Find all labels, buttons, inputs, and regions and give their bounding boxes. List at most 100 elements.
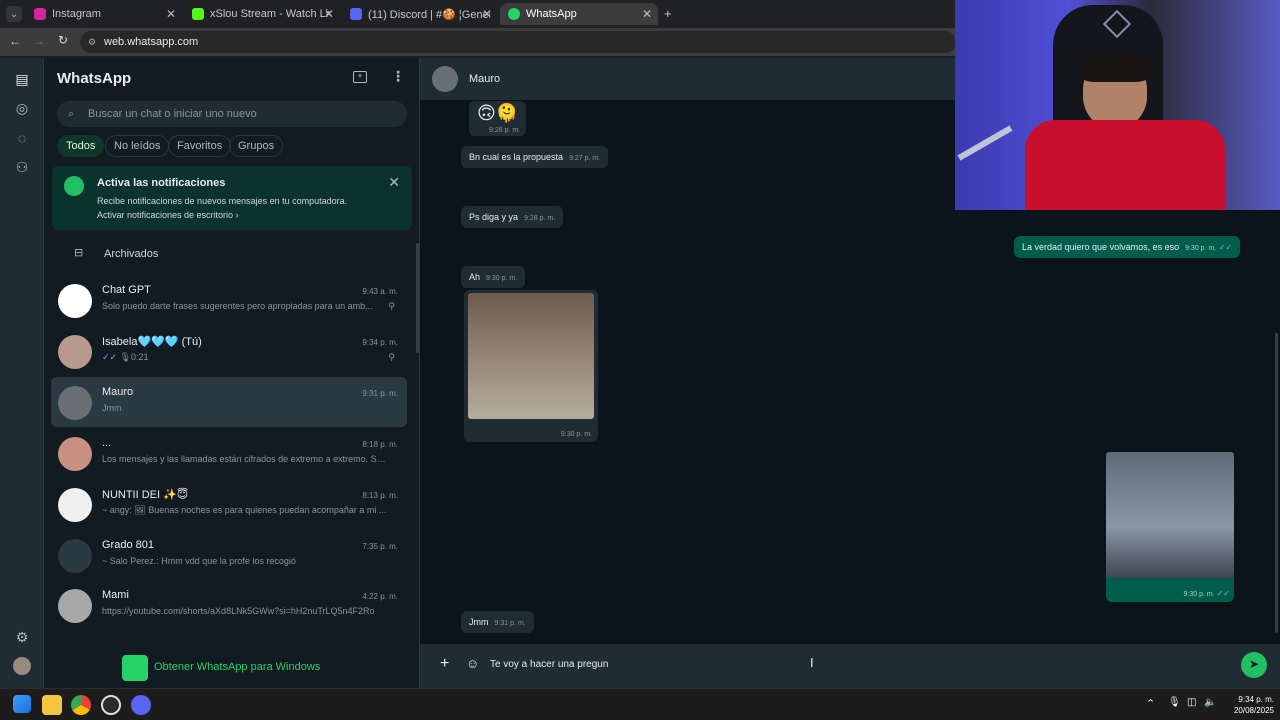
avatar <box>58 386 92 420</box>
send-button[interactable]: ➤ <box>1241 652 1267 678</box>
discord-icon <box>350 8 362 20</box>
status-icon[interactable]: ◎ <box>12 98 32 118</box>
text-cursor-icon: I <box>810 655 814 670</box>
message-text: Bn cual es la propuesta <box>469 152 564 162</box>
chat-time: 4:22 p. m. <box>362 592 398 601</box>
close-icon[interactable]: ✕ <box>324 7 334 21</box>
avatar <box>58 589 92 623</box>
photo-message[interactable]: 9:30 p. m. <box>464 290 598 442</box>
chat-preview: Jmm <box>102 403 122 413</box>
message-text: Jmm <box>469 617 489 627</box>
get-windows-label: Obtener WhatsApp para Windows <box>154 661 321 673</box>
system-clock[interactable]: 9:34 p. m. 20/08/2025 <box>1224 694 1274 716</box>
tab-whatsapp[interactable]: WhatsApp ✕ <box>500 3 658 25</box>
message-input[interactable]: Te voy a hacer una pregun <box>490 659 608 670</box>
photo-thumbnail[interactable] <box>468 293 594 419</box>
chat-item-isabela[interactable]: Isabela🩵🩵🩵 (Tú) 9:34 p. m. ✓✓ 🎙0:21 ⚲ <box>51 326 407 376</box>
message-bubble-incoming[interactable]: Jmm 9:31 p. m. <box>461 611 534 633</box>
attach-icon[interactable]: + <box>440 655 449 673</box>
instagram-icon <box>34 8 46 20</box>
site-info-icon[interactable]: ⚙ <box>88 31 96 53</box>
chat-item-chatgpt[interactable]: Chat GPT 9:43 a. m. Solo puedo darte fra… <box>51 275 407 325</box>
clock-time: 9:34 p. m. <box>1238 695 1274 704</box>
message-text: La verdad quiero que volvamos, es eso <box>1022 242 1180 252</box>
filter-no-leidos[interactable]: No leídos <box>105 135 170 157</box>
scrollbar[interactable] <box>1275 333 1278 633</box>
message-time: 9:30 p. m. <box>486 275 518 282</box>
tab-label: xSlou Stream - Watch Live on K <box>210 8 330 20</box>
discord-icon[interactable] <box>131 695 151 715</box>
kick-icon <box>192 8 204 20</box>
filter-grupos[interactable]: Grupos <box>229 135 284 157</box>
message-text: Ps diga y ya <box>469 212 519 222</box>
avatar <box>58 335 92 369</box>
get-windows-app-link[interactable]: Obtener WhatsApp para Windows <box>122 655 362 681</box>
tab-search-button[interactable]: ⌄ <box>6 6 22 22</box>
settings-icon[interactable]: ⚙ <box>12 627 32 647</box>
chat-item-grado-801[interactable]: Grado 801 7:35 p. m. ~ Salo Perez.: Hmm … <box>51 530 407 580</box>
chat-name: Chat GPT <box>102 284 151 296</box>
message-time: 9:31 p. m. <box>494 620 526 627</box>
chat-item-dots[interactable]: ... 8:18 p. m. Los mensajes y las llamad… <box>51 428 407 478</box>
obs-icon[interactable] <box>101 695 121 715</box>
message-bubble-incoming[interactable]: Bn cual es la propuesta 9:27 p. m. <box>461 146 609 168</box>
reload-icon[interactable]: ↻ <box>58 33 68 47</box>
navigation-rail: ▤ ◎ ◌ ⚇ ⚙ <box>0 58 44 688</box>
chat-preview: Los mensajes y las llamadas están cifrad… <box>102 454 387 464</box>
url-text: web.whatsapp.com <box>104 36 199 48</box>
enable-notifications-text: Activar notificaciones de escritorio <box>97 210 234 220</box>
filter-favoritos[interactable]: Favoritos <box>168 135 232 157</box>
close-icon[interactable]: ✕ <box>166 7 176 21</box>
notification-title: Activa las notificaciones <box>97 177 226 189</box>
message-text: Ah <box>469 272 481 282</box>
streamer-hair <box>1081 52 1149 82</box>
tab-kick[interactable]: xSlou Stream - Watch Live on K ✕ <box>184 3 340 25</box>
avatar <box>58 488 92 522</box>
close-icon[interactable]: ✕ <box>642 7 652 21</box>
chat-time: 9:34 p. m. <box>362 338 398 347</box>
message-bubble-outgoing[interactable]: La verdad quiero que volvamos, es eso 9:3… <box>1014 236 1241 258</box>
sticker-icon[interactable]: ☺ <box>466 656 479 671</box>
chrome-icon[interactable] <box>71 695 91 715</box>
filter-todos[interactable]: Todos <box>57 135 105 157</box>
new-tab-button[interactable]: + <box>664 6 672 21</box>
show-hidden-icons-icon[interactable]: ⌃ <box>1146 697 1155 710</box>
close-icon[interactable]: ✕ <box>388 174 400 191</box>
chat-item-nuntii-dei[interactable]: NUNTII DEI ✨😇 8:13 p. m. ~ angy: 🖼 Buena… <box>51 479 407 529</box>
chat-item-mami[interactable]: Mami 4:22 p. m. https://youtube.com/shor… <box>51 580 407 630</box>
chats-icon[interactable]: ▤ <box>12 69 32 89</box>
chat-preview: https://youtube.com/shorts/aXd8LNk5GWw?s… <box>102 606 375 616</box>
chat-name: Grado 801 <box>102 539 154 551</box>
search-placeholder: Buscar un chat o iniciar uno nuevo <box>88 108 257 120</box>
mic-icon: 🎙 <box>119 352 132 362</box>
profile-avatar[interactable] <box>13 657 31 675</box>
channels-icon[interactable]: ◌ <box>12 128 32 148</box>
chat-item-mauro[interactable]: Mauro 9:31 p. m. Jmm <box>51 377 407 427</box>
message-bubble-incoming[interactable]: Ps diga y ya 9:28 p. m. <box>461 206 564 228</box>
chat-name: Mauro <box>102 386 134 398</box>
new-chat-icon[interactable]: + <box>353 71 367 83</box>
volume-icon[interactable]: 🔈 <box>1204 697 1216 708</box>
file-explorer-icon[interactable] <box>42 695 62 715</box>
tab-instagram[interactable]: Instagram ✕ <box>26 3 182 25</box>
forward-icon[interactable]: → <box>33 34 45 48</box>
back-icon[interactable]: ← <box>9 34 21 48</box>
message-bubble-incoming[interactable]: Ah 9:30 p. m. <box>461 266 526 288</box>
app-title: WhatsApp <box>57 70 132 87</box>
scrollbar[interactable] <box>416 243 419 353</box>
archived-row[interactable]: ⊟ Archivados <box>72 243 392 267</box>
enable-notifications-link[interactable]: Activar notificaciones de escritorio › <box>97 210 239 220</box>
windows-start-icon[interactable] <box>13 695 31 713</box>
url-field[interactable]: ⚙ web.whatsapp.com <box>80 31 956 53</box>
close-icon[interactable]: ✕ <box>482 7 492 21</box>
communities-icon[interactable]: ⚇ <box>12 157 32 177</box>
network-icon[interactable]: ◫ <box>1187 697 1196 708</box>
message-bubble-incoming[interactable]: 🙃🫠 9:26 p. m. <box>469 101 527 136</box>
sticker-image[interactable] <box>1106 452 1234 578</box>
sticker-message[interactable]: 9:30 p. m. ✓✓ <box>1106 452 1234 602</box>
search-input[interactable]: ⌕ Buscar un chat o iniciar uno nuevo <box>57 101 407 127</box>
microphone-icon[interactable]: 🎙 <box>1168 697 1181 708</box>
tab-discord[interactable]: (11) Discord | #🍪 ¦General | ✕ <box>342 3 498 25</box>
contact-avatar[interactable] <box>432 66 458 92</box>
menu-icon[interactable]: ⋮ <box>391 68 405 85</box>
